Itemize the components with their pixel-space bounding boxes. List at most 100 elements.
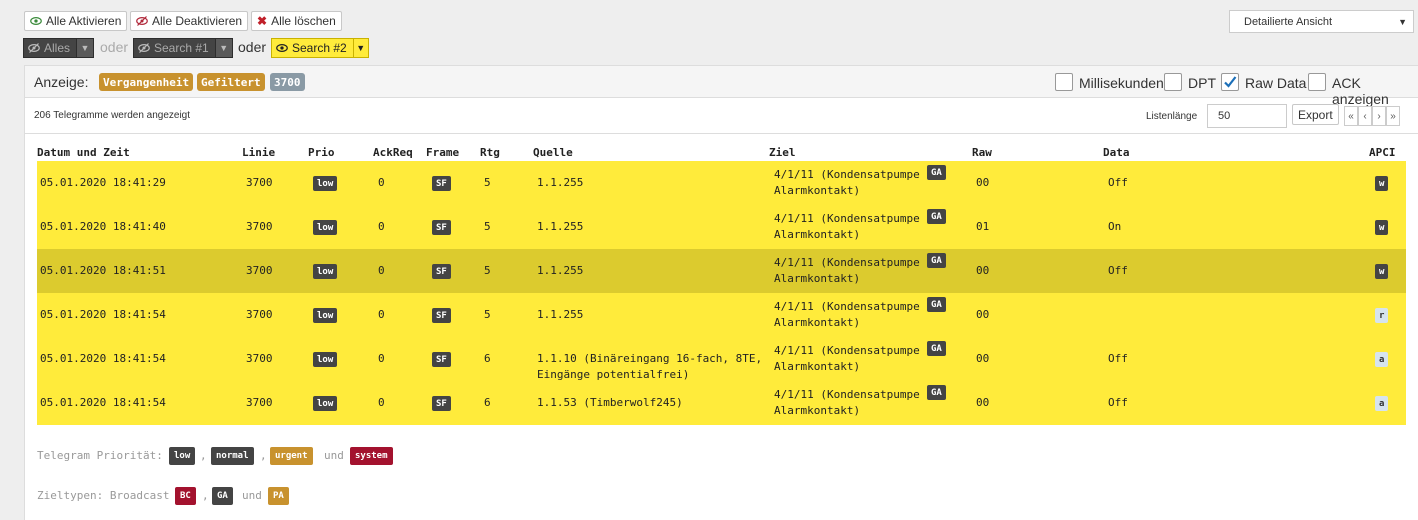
cell-data: Off [1108, 396, 1128, 409]
status-text: 206 Telegramme werden angezeigt [34, 110, 191, 121]
dpt-checkbox[interactable] [1164, 73, 1182, 91]
table-row[interactable]: 05.01.2020 18:41:40 3700 low 0 SF 5 1.1.… [37, 205, 1406, 249]
cell-line: 3700 [246, 220, 273, 233]
target-ga-badge: GA [212, 487, 233, 505]
cell-ackreq: 0 [378, 396, 385, 409]
table-row[interactable]: 05.01.2020 18:41:54 3700 low 0 SF 5 1.1.… [37, 293, 1406, 337]
column-header-raw: Raw [972, 146, 992, 159]
column-header-prio: Prio [308, 146, 335, 159]
activate-all-label: Alle Aktivieren [46, 14, 122, 28]
cell-ackreq: 0 [378, 352, 385, 365]
prio-badge: low [313, 352, 338, 367]
cell-data: Off [1108, 176, 1128, 189]
caret-down-icon: ▼ [219, 43, 229, 53]
filtered-label[interactable]: Gefiltert [197, 73, 265, 91]
ga-badge: GA [927, 165, 946, 180]
filter-search2-button[interactable]: Search #2 [271, 38, 353, 58]
cell-date: 05.01.2020 18:41:29 [40, 176, 166, 189]
table-row[interactable]: 05.01.2020 18:41:54 3700 low 0 SF 6 1.1.… [37, 337, 1406, 381]
cell-target-line1: 4/1/11 (Kondensatpumpe [774, 168, 920, 181]
list-length-value: 50 [1218, 110, 1231, 122]
priority-system-badge: system [350, 447, 393, 465]
list-length-label: Listenlänge [1146, 111, 1198, 122]
first-page-icon: « [1348, 110, 1354, 122]
pager-prev-button[interactable]: ‹ [1358, 106, 1372, 126]
apci-badge: w [1375, 220, 1389, 235]
ack-checkbox[interactable] [1308, 73, 1326, 91]
pager-first-button[interactable]: « [1344, 106, 1358, 126]
frame-badge: SF [432, 264, 451, 279]
priority-normal-badge: normal [211, 447, 254, 465]
table-row[interactable]: 05.01.2020 18:41:51 3700 low 0 SF 5 1.1.… [37, 249, 1406, 293]
last-page-icon: » [1390, 110, 1396, 122]
prio-badge: low [313, 176, 338, 191]
filter-all-label: Alles [44, 41, 71, 55]
cell-raw: 00 [976, 176, 990, 189]
cell-rtg: 5 [484, 264, 491, 277]
legend-separator: , [200, 449, 207, 462]
cell-data: On [1108, 220, 1122, 233]
ga-badge: GA [927, 385, 946, 400]
caret-down-icon: ▼ [1398, 16, 1407, 27]
activate-all-button[interactable]: Alle Aktivieren [24, 11, 128, 31]
milliseconds-label: Millisekunden [1079, 75, 1164, 91]
apci-badge: w [1375, 176, 1389, 191]
filter-all-dropdown[interactable]: ▼ [76, 38, 95, 58]
ga-badge: GA [927, 209, 946, 224]
milliseconds-checkbox[interactable] [1055, 73, 1073, 91]
cell-target-line2: Alarmkontakt) [774, 316, 861, 329]
cell-target-line2: Alarmkontakt) [774, 184, 861, 197]
filter-search1-button[interactable]: Search #1 [133, 38, 215, 58]
delete-all-label: Alle löschen [271, 14, 336, 28]
cell-ackreq: 0 [378, 220, 385, 233]
cell-date: 05.01.2020 18:41:54 [40, 352, 166, 365]
eye-icon [276, 44, 288, 52]
display-label: Anzeige: [34, 74, 89, 90]
count-label: 3700 [270, 73, 305, 91]
pager-next-button[interactable]: › [1372, 106, 1386, 126]
column-header-frame: Frame [426, 146, 460, 159]
display-options-bar: Anzeige: Vergangenheit Gefiltert 3700 Mi… [25, 65, 1418, 107]
column-header-date: Datum und Zeit [37, 146, 130, 159]
apci-badge: a [1375, 396, 1389, 411]
past-label[interactable]: Vergangenheit [99, 73, 194, 91]
pager-last-button[interactable]: » [1386, 106, 1400, 126]
filter-search1-dropdown[interactable]: ▼ [214, 38, 233, 58]
cell-target-line1: 4/1/11 (Kondensatpumpe [774, 344, 920, 357]
caret-down-icon: ▼ [80, 43, 90, 53]
target-legend-label: Zieltypen: Broadcast [37, 489, 170, 502]
cell-date: 05.01.2020 18:41:51 [40, 264, 166, 277]
apci-badge: r [1375, 308, 1389, 323]
eye-slash-icon [136, 16, 148, 26]
cell-target-line1: 4/1/11 (Kondensatpumpe [774, 256, 920, 269]
raw-data-checkbox[interactable] [1221, 73, 1239, 91]
prio-badge: low [313, 264, 338, 279]
delete-all-button[interactable]: ✖ Alle löschen [251, 11, 342, 31]
filter-search2-group: Search #2 ▼ [271, 38, 369, 58]
table-row[interactable]: 05.01.2020 18:41:54 3700 low 0 SF 6 1.1.… [37, 381, 1406, 425]
legend-separator: , [260, 449, 267, 462]
dpt-label: DPT [1188, 75, 1216, 91]
cell-line: 3700 [246, 352, 273, 365]
or-text: oder [100, 39, 129, 55]
frame-badge: SF [432, 176, 451, 191]
column-header-rtg: Rtg [480, 146, 500, 159]
legend-and: und [324, 449, 344, 462]
list-controls: 206 Telegramme werden angezeigt Listenlä… [25, 98, 1418, 134]
filter-all-button[interactable]: Alles [23, 38, 77, 58]
ga-badge: GA [927, 253, 946, 268]
cell-rtg: 5 [484, 308, 491, 321]
view-select[interactable]: Detailierte Ansicht ▼ [1229, 10, 1414, 33]
cell-target-line1: 4/1/11 (Kondensatpumpe [774, 388, 920, 401]
export-button[interactable]: Export [1292, 104, 1339, 125]
ga-badge: GA [927, 341, 946, 356]
cell-raw: 01 [976, 220, 990, 233]
check-icon [1224, 76, 1237, 88]
deactivate-all-button[interactable]: Alle Deaktivieren [130, 11, 249, 31]
cell-source-line1: 1.1.10 (Binäreingang 16-fach, 8TE, [537, 352, 763, 365]
eye-slash-icon [138, 43, 150, 53]
filter-search2-dropdown[interactable]: ▼ [352, 38, 369, 58]
table-row[interactable]: 05.01.2020 18:41:29 3700 low 0 SF 5 1.1.… [37, 161, 1406, 205]
list-length-input[interactable]: 50 [1207, 104, 1287, 128]
legend-and: und [242, 489, 262, 502]
